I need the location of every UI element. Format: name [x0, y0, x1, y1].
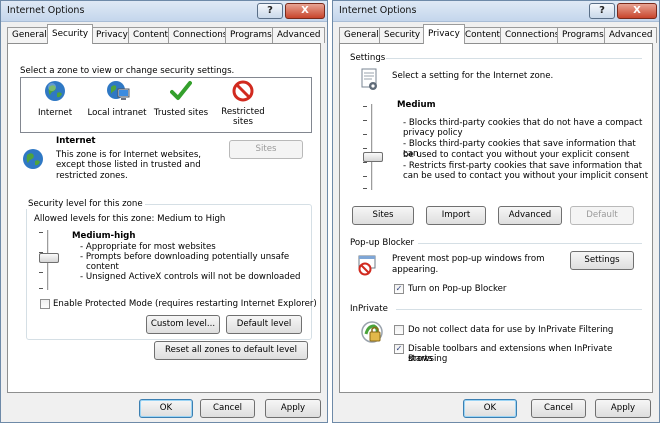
tab-security[interactable]: Security: [47, 24, 94, 44]
slider-thumb[interactable]: [363, 152, 383, 162]
close-button[interactable]: X: [285, 3, 325, 19]
ok-button[interactable]: OK: [463, 399, 517, 418]
security-panel: Select a zone to view or change security…: [7, 43, 321, 393]
popup-desc-1: Prevent most pop-up windows from: [392, 254, 545, 264]
zone-label-restricted: Restricted: [221, 107, 265, 117]
allowed-levels-text: Allowed levels for this zone: Medium to …: [34, 214, 226, 224]
custom-level-button[interactable]: Custom level...: [146, 315, 220, 334]
privacy-bullet-1-cont: privacy policy: [403, 128, 463, 138]
privacy-bullet-3-cont: can be used to contact you without your …: [403, 171, 649, 181]
popup-settings-button[interactable]: Settings: [570, 251, 634, 270]
tab-programs[interactable]: Programs: [225, 27, 277, 43]
security-bullet-2: - Prompts before downloading potentially…: [80, 252, 290, 262]
internet-options-security-window: Internet Options ? X General Security Pr…: [0, 0, 328, 423]
tab-advanced[interactable]: Advanced: [272, 27, 326, 43]
import-button[interactable]: Import: [426, 206, 486, 225]
zone-label-internet: Internet: [37, 108, 73, 118]
zone-list: Internet Local intranet Trusted sites Re…: [20, 77, 312, 133]
restricted-icon: [232, 80, 254, 102]
privacy-page-icon: [361, 68, 377, 90]
privacy-panel: Settings Select a setting for the Intern…: [339, 43, 653, 393]
zone-label-local-intranet: Local intranet: [87, 108, 147, 118]
privacy-level-slider[interactable]: [360, 104, 386, 194]
apply-button[interactable]: Apply: [595, 399, 651, 418]
default-button[interactable]: Default: [570, 206, 634, 225]
window-title: Internet Options: [7, 5, 85, 16]
tab-privacy[interactable]: Privacy: [423, 24, 465, 44]
disable-toolbars-label-2: starts: [408, 354, 433, 364]
ok-button[interactable]: OK: [139, 399, 193, 418]
close-button[interactable]: X: [617, 3, 657, 19]
privacy-bullet-1: - Blocks third-party cookies that do not…: [403, 118, 643, 128]
security-level-slider[interactable]: [36, 230, 62, 292]
internet-options-privacy-window: Internet Options ? X General Security Pr…: [332, 0, 660, 423]
security-level-name: Medium-high: [72, 231, 136, 241]
zone-info-desc-3: restricted zones.: [56, 171, 128, 181]
turn-on-popup-blocker-label: Turn on Pop-up Blocker: [408, 284, 507, 294]
privacy-bullet-3: - Restricts first-party cookies that sav…: [403, 161, 643, 171]
zone-info-desc-1: This zone is for Internet websites,: [56, 150, 202, 160]
no-collect-data-checkbox[interactable]: [394, 325, 404, 335]
tab-advanced[interactable]: Advanced: [604, 27, 658, 43]
zone-info-name: Internet: [56, 136, 96, 146]
zone-internet[interactable]: Internet: [25, 80, 85, 130]
disable-toolbars-label-1: Disable toolbars and extensions when InP…: [408, 344, 613, 364]
zone-label-trusted-sites: Trusted sites: [153, 108, 209, 118]
help-button[interactable]: ?: [589, 3, 615, 19]
slider-track: [371, 104, 374, 190]
network-computer-icon: [107, 81, 130, 100]
selected-zone-globe-icon: [23, 149, 43, 169]
tab-security[interactable]: Security: [379, 27, 426, 43]
popup-blocker-section-title: Pop-up Blocker: [350, 238, 415, 248]
privacy-bullet-2-cont: be used to contact you without your expl…: [403, 150, 630, 160]
checkmark-icon: [170, 81, 192, 100]
security-level-group-title: Security level for this zone: [26, 199, 145, 209]
popup-desc-2: appearing.: [392, 265, 439, 275]
tab-programs[interactable]: Programs: [557, 27, 609, 43]
zone-label-restricted-sites: sites: [233, 117, 253, 127]
no-collect-data-label: Do not collect data for use by InPrivate…: [408, 325, 614, 335]
tab-content[interactable]: Content: [460, 27, 505, 43]
zone-trusted-sites[interactable]: Trusted sites: [149, 80, 213, 130]
security-bullet-3: - Unsigned ActiveX controls will not be …: [80, 272, 301, 282]
globe-icon: [45, 81, 65, 101]
tab-connections[interactable]: Connections: [168, 27, 233, 43]
popup-blocker-icon: [358, 255, 376, 276]
title-bar[interactable]: Internet Options ? X: [1, 1, 327, 22]
security-bullet-1: - Appropriate for most websites: [80, 242, 216, 252]
help-button[interactable]: ?: [257, 3, 283, 19]
zone-restricted-sites[interactable]: Restricted sites: [213, 80, 273, 130]
zone-prompt: Select a zone to view or change security…: [20, 66, 235, 76]
cancel-button[interactable]: Cancel: [200, 399, 255, 418]
apply-button[interactable]: Apply: [265, 399, 321, 418]
advanced-button[interactable]: Advanced: [498, 206, 562, 225]
tab-connections[interactable]: Connections: [500, 27, 565, 43]
settings-section-title: Settings: [350, 53, 386, 63]
cancel-button[interactable]: Cancel: [531, 399, 586, 418]
privacy-prompt: Select a setting for the Internet zone.: [392, 71, 554, 81]
reset-all-zones-button[interactable]: Reset all zones to default level: [154, 341, 308, 360]
security-bullet-2-cont: content: [86, 262, 119, 272]
privacy-level-name: Medium: [397, 100, 436, 110]
window-title: Internet Options: [339, 5, 417, 16]
title-bar[interactable]: Internet Options ? X: [333, 1, 659, 22]
tab-general[interactable]: General: [7, 27, 52, 43]
disable-toolbars-checkbox[interactable]: ✓: [394, 344, 404, 354]
tab-privacy[interactable]: Privacy: [91, 27, 133, 43]
inprivate-section-title: InPrivate: [350, 304, 388, 314]
protected-mode-checkbox[interactable]: [40, 299, 50, 309]
sites-button[interactable]: Sites: [229, 140, 303, 159]
zone-info-desc-2: except those listed in trusted and: [56, 160, 201, 170]
default-level-button[interactable]: Default level: [226, 315, 302, 334]
zone-local-intranet[interactable]: Local intranet: [85, 80, 149, 130]
turn-on-popup-blocker-checkbox[interactable]: ✓: [394, 284, 404, 294]
tab-general[interactable]: General: [339, 27, 384, 43]
inprivate-icon: [361, 321, 383, 343]
tab-content[interactable]: Content: [128, 27, 173, 43]
slider-thumb[interactable]: [39, 253, 59, 263]
privacy-sites-button[interactable]: Sites: [352, 206, 414, 225]
protected-mode-label: Enable Protected Mode (requires restarti…: [53, 299, 317, 309]
